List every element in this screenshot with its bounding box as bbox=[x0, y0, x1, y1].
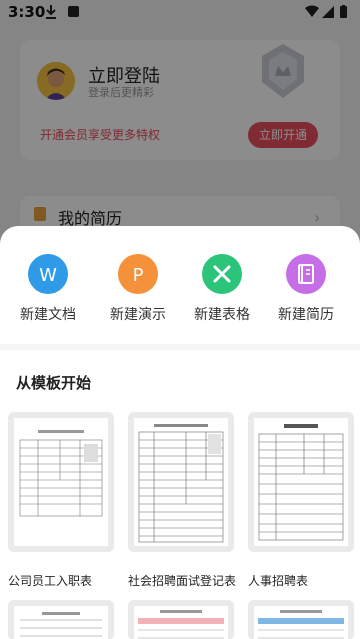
new-spreadsheet-label: 新建表格 bbox=[194, 307, 250, 323]
template-thumbnail bbox=[134, 418, 228, 546]
new-document-label: 新建文档 bbox=[20, 307, 76, 323]
template-thumbnail bbox=[254, 606, 348, 639]
svg-text:P: P bbox=[133, 265, 144, 286]
template-card-employee-onboarding[interactable] bbox=[8, 412, 114, 552]
template-thumbnail bbox=[254, 418, 348, 546]
template-title: 公司员工入职表 bbox=[8, 574, 93, 588]
template-thumbnail bbox=[14, 418, 108, 546]
svg-text:W: W bbox=[39, 265, 57, 286]
new-presentation-button[interactable]: P 新建演示 bbox=[96, 254, 180, 324]
template-card-interview-registration[interactable] bbox=[128, 412, 234, 552]
create-bottom-sheet: W 新建文档 P 新建演示 新建表格 新建简历 从模板开始 公司员工入职表 社会… bbox=[0, 226, 360, 639]
template-card-partial[interactable] bbox=[128, 600, 234, 639]
new-document-button[interactable]: W 新建文档 bbox=[6, 254, 90, 324]
template-card-partial[interactable] bbox=[8, 600, 114, 639]
template-section-title: 从模板开始 bbox=[16, 374, 92, 392]
new-spreadsheet-button[interactable]: 新建表格 bbox=[180, 254, 264, 324]
template-title: 社会招聘面试登记表 bbox=[128, 574, 237, 588]
template-title: 人事招聘表 bbox=[248, 574, 309, 588]
word-doc-icon: W bbox=[28, 254, 68, 294]
new-resume-label: 新建简历 bbox=[278, 307, 334, 323]
template-thumbnail bbox=[14, 606, 108, 639]
new-resume-button[interactable]: 新建简历 bbox=[264, 254, 348, 324]
spreadsheet-icon bbox=[202, 254, 242, 294]
screen: 3:30 立即登陆 登录后更精彩 开通会员享受更多特权 立即开通 我的简历 › … bbox=[0, 0, 360, 639]
new-presentation-label: 新建演示 bbox=[110, 307, 166, 323]
template-card-hr-recruitment[interactable] bbox=[248, 412, 354, 552]
section-divider bbox=[0, 344, 360, 350]
presentation-icon: P bbox=[118, 254, 158, 294]
template-card-partial[interactable] bbox=[248, 600, 354, 639]
resume-notebook-icon bbox=[286, 254, 326, 294]
template-thumbnail bbox=[134, 606, 228, 639]
